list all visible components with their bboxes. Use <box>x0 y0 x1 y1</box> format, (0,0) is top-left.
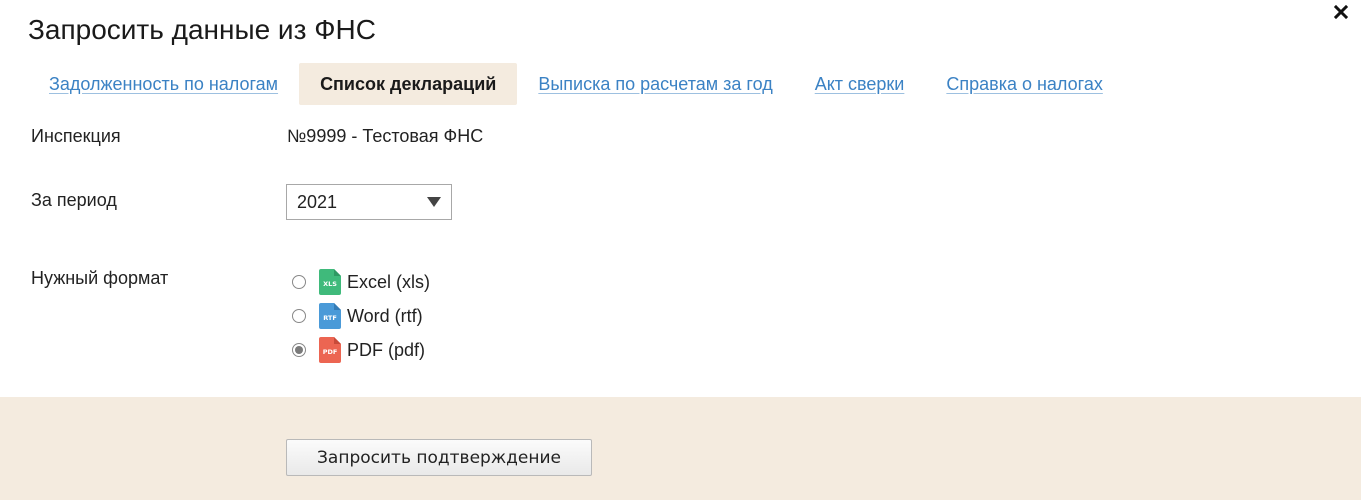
format-option-pdf[interactable]: PDF PDF (pdf) <box>292 333 430 367</box>
format-xls-label: Excel (xls) <box>347 271 431 292</box>
tab-reconciliation-act[interactable]: Акт сверки <box>794 63 926 105</box>
tab-label: Выписка по расчетам за год <box>538 73 773 94</box>
tab-tax-certificate[interactable]: Справка о налогах <box>925 63 1123 105</box>
triangle-down-icon <box>427 197 441 207</box>
format-option-xls[interactable]: XLS Excel (xls) <box>292 265 430 299</box>
format-option-rtf[interactable]: RTF Word (rtf) <box>292 299 430 333</box>
dialog-footer: Запросить подтверждение <box>0 397 1361 500</box>
period-select-value: 2021 <box>297 191 338 212</box>
svg-text:RTF: RTF <box>323 314 337 322</box>
tab-label: Акт сверки <box>814 73 905 94</box>
tab-declarations-list[interactable]: Список деклараций <box>299 63 518 105</box>
xls-file-icon: XLS <box>319 269 341 295</box>
inspection-label: Инспекция <box>31 126 121 146</box>
request-fns-data-dialog: Запросить данные из ФНС Задолженность по… <box>0 0 1361 500</box>
format-rtf-label: Word (rtf) <box>347 305 423 326</box>
period-select[interactable]: 2021 <box>286 184 452 220</box>
inspection-value: №9999 - Тестовая ФНС <box>287 126 484 146</box>
tab-annual-statement[interactable]: Выписка по расчетам за год <box>517 63 793 105</box>
radio-xls[interactable] <box>292 275 306 289</box>
radio-pdf[interactable] <box>292 343 306 357</box>
format-label: Нужный формат <box>31 268 169 288</box>
tab-label: Справка о налогах <box>946 73 1103 94</box>
radio-rtf[interactable] <box>292 309 306 323</box>
tab-bar: Задолженность по налогам Список декларац… <box>28 63 1124 105</box>
request-confirmation-button[interactable]: Запросить подтверждение <box>286 439 592 476</box>
close-button[interactable] <box>1329 0 1353 24</box>
tab-label: Задолженность по налогам <box>49 73 279 94</box>
period-label: За период <box>31 190 117 210</box>
svg-text:XLS: XLS <box>323 280 337 288</box>
tab-label: Список деклараций <box>320 73 497 94</box>
format-radio-group: XLS Excel (xls) RTF Word (rtf) PDF PDF (… <box>292 265 430 367</box>
rtf-file-icon: RTF <box>319 303 341 329</box>
svg-text:PDF: PDF <box>323 348 338 356</box>
tab-tax-debt[interactable]: Задолженность по налогам <box>28 63 299 105</box>
pdf-file-icon: PDF <box>319 337 341 363</box>
close-icon <box>1334 5 1348 19</box>
format-pdf-label: PDF (pdf) <box>347 339 426 360</box>
dialog-title: Запросить данные из ФНС <box>28 14 376 45</box>
